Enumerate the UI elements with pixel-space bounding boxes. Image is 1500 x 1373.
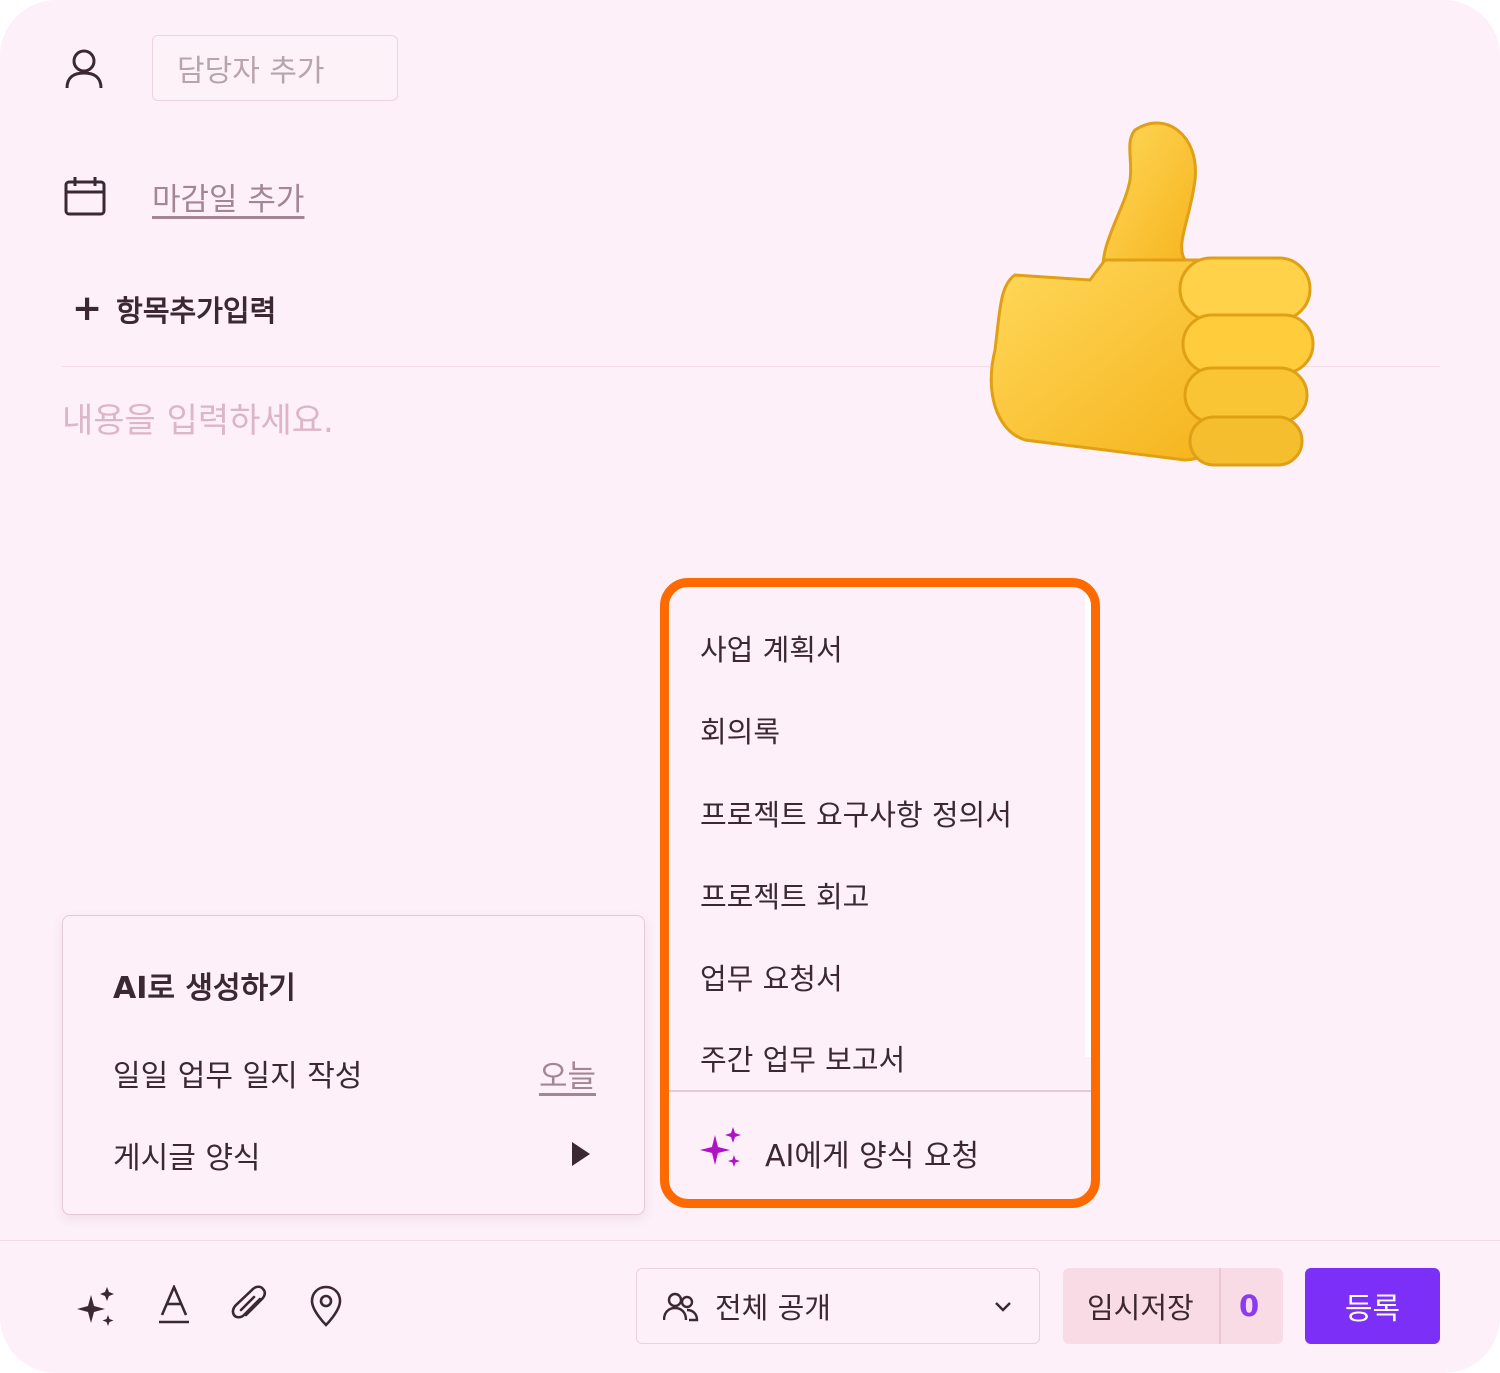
template-item[interactable]: 프로젝트 요구사항 정의서 bbox=[700, 792, 1012, 834]
save-draft-label: 임시저장 bbox=[1087, 1291, 1194, 1325]
ai-template-request-button[interactable]: AI에게 양식 요청 bbox=[699, 1127, 979, 1179]
post-template-item[interactable]: 게시글 양식 bbox=[113, 1133, 261, 1177]
template-item[interactable]: 주간 업무 보고서 bbox=[700, 1037, 905, 1079]
post-editor-card: 담당자 추가 마감일 추가 + 항목추가입력 내용을 입력하세요. AI로 생성… bbox=[0, 0, 1500, 1373]
paperclip-icon[interactable] bbox=[230, 1285, 270, 1331]
ai-generate-title: AI로 생성하기 bbox=[113, 971, 296, 1006]
template-item[interactable]: 업무 요청서 bbox=[700, 956, 843, 998]
add-item-label: 항목추가입력 bbox=[116, 294, 277, 328]
divider bbox=[669, 1090, 1091, 1092]
ai-generate-menu: AI로 생성하기 일일 업무 일지 작성 오늘 게시글 양식 bbox=[62, 915, 645, 1215]
template-item[interactable]: 프로젝트 회고 bbox=[700, 874, 869, 916]
add-item-button[interactable]: + 항목추가입력 bbox=[72, 288, 276, 330]
plus-icon: + bbox=[72, 288, 103, 329]
save-draft-button[interactable]: 임시저장 0 bbox=[1063, 1268, 1283, 1344]
user-icon bbox=[64, 48, 104, 94]
draft-count: 0 bbox=[1239, 1289, 1260, 1323]
divider bbox=[1219, 1268, 1221, 1344]
play-arrow-icon bbox=[570, 1141, 592, 1171]
today-link[interactable]: 오늘 bbox=[539, 1051, 596, 1096]
scrollbar[interactable] bbox=[1085, 587, 1091, 1057]
text-format-icon[interactable] bbox=[158, 1283, 190, 1329]
visibility-label: 전체 공개 bbox=[715, 1291, 831, 1325]
content-input[interactable]: 내용을 입력하세요. bbox=[62, 393, 334, 442]
sparkle-icon bbox=[699, 1127, 743, 1179]
submit-button[interactable]: 등록 bbox=[1305, 1268, 1440, 1344]
chevron-down-icon bbox=[993, 1299, 1013, 1318]
daily-log-item[interactable]: 일일 업무 일지 작성 bbox=[113, 1051, 362, 1095]
calendar-icon bbox=[64, 176, 106, 220]
ai-template-request-label: AI에게 양식 요청 bbox=[765, 1139, 980, 1174]
template-item[interactable]: 사업 계획서 bbox=[700, 627, 843, 669]
thumbs-up-icon bbox=[985, 110, 1325, 474]
divider bbox=[0, 1240, 1500, 1241]
sparkle-icon[interactable] bbox=[76, 1285, 118, 1333]
location-pin-icon[interactable] bbox=[308, 1285, 344, 1331]
visibility-select[interactable]: 전체 공개 bbox=[636, 1268, 1040, 1344]
assignee-input[interactable]: 담당자 추가 bbox=[152, 35, 398, 101]
template-submenu: 사업 계획서 회의록 프로젝트 요구사항 정의서 프로젝트 회고 업무 요청서 … bbox=[660, 578, 1100, 1208]
add-due-date-link[interactable]: 마감일 추가 bbox=[152, 174, 304, 219]
people-icon bbox=[662, 1291, 699, 1327]
template-item[interactable]: 회의록 bbox=[700, 709, 780, 751]
